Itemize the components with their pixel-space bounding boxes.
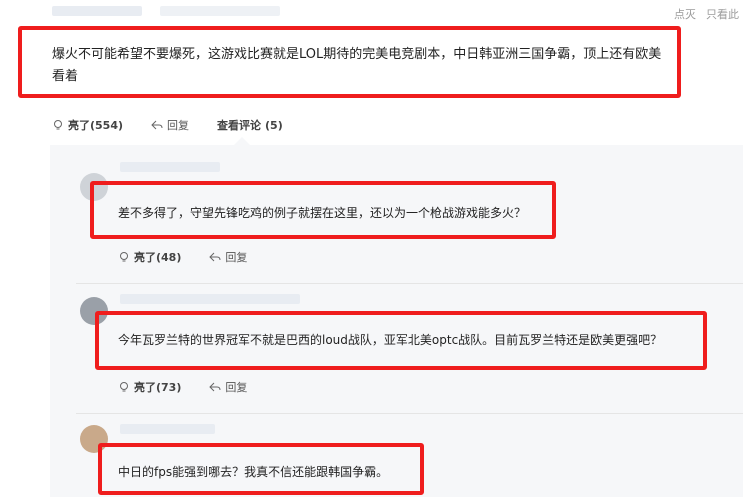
reply-button[interactable]: 回复: [209, 379, 247, 395]
like-label: 亮了: [134, 381, 156, 394]
blurred-username: [120, 424, 215, 434]
lightbulb-icon: [120, 252, 128, 262]
lightbulb-icon: [54, 120, 62, 130]
reply-icon: [209, 382, 221, 392]
like-button[interactable]: 亮了 (554): [52, 117, 123, 133]
divider: [76, 413, 743, 414]
blurred-meta: [160, 6, 280, 16]
blurred-username: [52, 6, 142, 16]
avatar: [80, 425, 108, 453]
reply-icon: [151, 120, 163, 130]
only-view-link[interactable]: 只看此: [706, 6, 739, 22]
like-button[interactable]: 亮了 (48): [118, 249, 181, 265]
reply-label: 回复: [225, 381, 248, 394]
reply-button[interactable]: 回复: [209, 249, 247, 265]
avatar: [80, 173, 108, 201]
like-count: (48): [156, 250, 182, 264]
divider: [76, 283, 743, 284]
like-label: 亮了: [68, 119, 90, 132]
dislike-link[interactable]: 点灭: [674, 6, 696, 22]
blurred-username: [120, 162, 220, 172]
reply-text: 今年瓦罗兰特的世界冠军不就是巴西的loud战队，亚军北美optc战队。目前瓦罗兰…: [118, 333, 663, 347]
reply-icon: [209, 252, 221, 262]
main-comment-actions: 亮了 (554) 回复 查看评论 (5): [52, 117, 283, 133]
main-comment-text: 爆火不可能希望不要爆死，这游戏比赛就是LOL期待的完美电竞剧本，中日韩亚洲三国争…: [52, 47, 662, 84]
reply-label: 回复: [225, 251, 248, 264]
replies-panel: [50, 145, 743, 497]
reply-text: 中日的fps能强到哪去？我真不信还能跟韩国争霸。: [118, 465, 389, 479]
view-comments-button[interactable]: 查看评论 (5): [217, 117, 283, 133]
like-label: 亮了: [134, 251, 156, 264]
like-count: (73): [156, 380, 182, 394]
reply-text: 差不多得了，守望先锋吃鸡的例子就摆在这里，还以为一个枪战游戏能多火？: [118, 206, 527, 220]
reply-actions: 亮了 (48) 回复: [118, 249, 247, 265]
avatar: [80, 297, 108, 325]
like-count: (554): [90, 118, 124, 132]
view-comments-count: (5): [265, 118, 283, 132]
replies-pointer: [234, 137, 250, 145]
lightbulb-icon: [120, 382, 128, 392]
blurred-username: [120, 294, 300, 304]
reply-actions: 亮了 (73) 回复: [118, 379, 247, 395]
reply-button[interactable]: 回复: [151, 117, 189, 133]
reply-label: 回复: [167, 119, 190, 132]
header-links: 点灭 只看此: [674, 6, 739, 22]
like-button[interactable]: 亮了 (73): [118, 379, 181, 395]
view-comments-label: 查看评论: [217, 119, 262, 132]
